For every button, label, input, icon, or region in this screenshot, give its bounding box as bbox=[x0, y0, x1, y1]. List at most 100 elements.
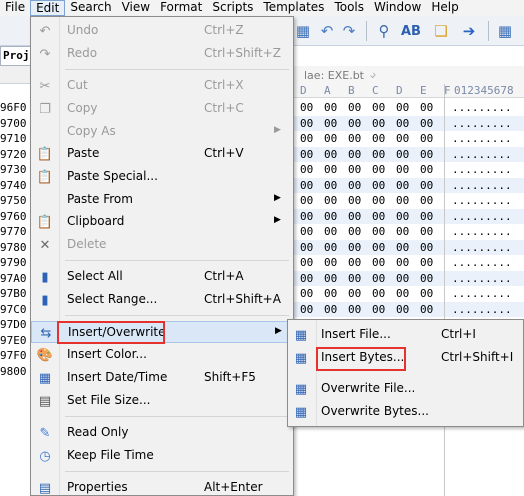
hex-byte-cell[interactable]: 00 bbox=[396, 148, 409, 161]
hex-byte-cell[interactable]: 00 bbox=[324, 194, 337, 207]
hex-byte-cell[interactable]: 00 bbox=[396, 303, 409, 316]
hex-row[interactable]: 00 00 00 00 00 00......... bbox=[294, 146, 524, 162]
menu-search[interactable]: Search bbox=[65, 0, 116, 16]
hex-byte-cell[interactable]: 00 bbox=[396, 241, 409, 254]
menu-item-paste[interactable]: 📋 Paste Ctrl+V bbox=[31, 143, 293, 165]
hex-byte-cell[interactable]: 00 bbox=[420, 210, 433, 223]
hex-byte-cell[interactable]: 00 bbox=[348, 117, 361, 130]
ascii-cell[interactable]: ......... bbox=[452, 101, 512, 114]
hex-byte-cell[interactable]: 00 bbox=[300, 303, 313, 316]
template-tab[interactable]: lae: EXE.bt ⌄ › bbox=[294, 66, 524, 84]
hex-byte-cell[interactable]: 00 bbox=[420, 179, 433, 192]
hex-byte-cell[interactable]: 00 bbox=[372, 148, 385, 161]
hex-row[interactable]: 00 00 00 00 00 00......... bbox=[294, 255, 524, 271]
hex-byte-cell[interactable]: 00 bbox=[300, 287, 313, 300]
menu-view[interactable]: View bbox=[117, 0, 155, 16]
project-tab[interactable]: Proj bbox=[0, 46, 32, 66]
hex-row[interactable]: 00 00 00 00 00 00......... bbox=[294, 193, 524, 209]
hex-row[interactable]: 00 00 00 00 00 00......... bbox=[294, 239, 524, 255]
menu-edit[interactable]: Edit bbox=[30, 0, 66, 16]
hex-byte-cell[interactable]: 00 bbox=[300, 117, 313, 130]
hex-byte-cell[interactable]: 00 bbox=[300, 101, 313, 114]
hex-byte-cell[interactable]: 00 bbox=[372, 179, 385, 192]
ascii-cell[interactable]: ......... bbox=[452, 117, 512, 130]
hex-row[interactable]: 00 00 00 00 00 00......... bbox=[294, 162, 524, 178]
hex-row[interactable]: 00 00 00 00 00 00......... bbox=[294, 177, 524, 193]
menu-help[interactable]: Help bbox=[426, 0, 463, 16]
undo-icon[interactable]: ↶ bbox=[316, 20, 338, 42]
hex-byte-cell[interactable]: 00 bbox=[372, 194, 385, 207]
hex-byte-cell[interactable]: 00 bbox=[396, 287, 409, 300]
hex-tool-icon[interactable]: ▦ bbox=[494, 20, 516, 42]
hex-byte-cell[interactable]: 00 bbox=[300, 241, 313, 254]
hex-row[interactable]: 00 00 00 00 00 00......... bbox=[294, 208, 524, 224]
menu-item-read-only[interactable]: ✎ Read Only bbox=[31, 422, 293, 444]
ascii-cell[interactable]: ......... bbox=[452, 179, 512, 192]
hex-row[interactable]: 00 00 00 00 00 00......... bbox=[294, 115, 524, 131]
hex-byte-cell[interactable]: 00 bbox=[324, 256, 337, 269]
menu-item-properties[interactable]: ▤ Properties Alt+Enter bbox=[31, 477, 293, 496]
hex-byte-cell[interactable]: 00 bbox=[396, 179, 409, 192]
hex-byte-cell[interactable]: 00 bbox=[396, 194, 409, 207]
ascii-cell[interactable]: ......... bbox=[452, 241, 512, 254]
ascii-cell[interactable]: ......... bbox=[452, 194, 512, 207]
menu-format[interactable]: Format bbox=[155, 0, 207, 16]
hex-byte-cell[interactable]: 00 bbox=[420, 132, 433, 145]
hex-byte-cell[interactable]: 00 bbox=[396, 163, 409, 176]
hex-byte-cell[interactable]: 00 bbox=[372, 210, 385, 223]
hex-row[interactable]: 00 00 00 00 00 00......... bbox=[294, 100, 524, 116]
ascii-cell[interactable]: ......... bbox=[452, 225, 512, 238]
menu-item-paste-special[interactable]: 📋 Paste Special... bbox=[31, 166, 293, 188]
hex-byte-cell[interactable]: 00 bbox=[420, 287, 433, 300]
menu-item-delete[interactable]: ✕ Delete bbox=[31, 234, 293, 256]
hex-byte-cell[interactable]: 00 bbox=[324, 287, 337, 300]
hex-byte-cell[interactable]: 00 bbox=[324, 241, 337, 254]
hex-byte-cell[interactable]: 00 bbox=[396, 132, 409, 145]
hex-byte-cell[interactable]: 00 bbox=[396, 117, 409, 130]
hex-byte-cell[interactable]: 00 bbox=[348, 179, 361, 192]
menu-item-insert-color[interactable]: 🎨 Insert Color... bbox=[31, 344, 293, 366]
ascii-cell[interactable]: ......... bbox=[452, 303, 512, 316]
hex-byte-cell[interactable]: 00 bbox=[420, 241, 433, 254]
menu-file[interactable]: File bbox=[0, 0, 30, 16]
hex-byte-cell[interactable]: 00 bbox=[324, 210, 337, 223]
find-in-files-icon[interactable]: ❏ bbox=[430, 20, 452, 42]
hex-byte-cell[interactable]: 00 bbox=[324, 163, 337, 176]
menu-item-select-range[interactable]: ▮ Select Range... Ctrl+Shift+A bbox=[31, 289, 293, 311]
hex-byte-cell[interactable]: 00 bbox=[300, 132, 313, 145]
menu-item-redo[interactable]: ↷ Redo Ctrl+Shift+Z bbox=[31, 43, 293, 65]
ascii-cell[interactable]: ......... bbox=[452, 256, 512, 269]
hex-byte-cell[interactable]: 00 bbox=[372, 256, 385, 269]
menu-item-select-all[interactable]: ▮ Select All Ctrl+A bbox=[31, 266, 293, 288]
hex-byte-cell[interactable]: 00 bbox=[396, 272, 409, 285]
hex-byte-cell[interactable]: 00 bbox=[300, 210, 313, 223]
hex-byte-cell[interactable]: 00 bbox=[348, 241, 361, 254]
submenu-item-overwrite-bytes[interactable]: ▦ Overwrite Bytes... bbox=[288, 401, 523, 423]
hex-byte-cell[interactable]: 00 bbox=[324, 179, 337, 192]
hex-byte-cell[interactable]: 00 bbox=[324, 272, 337, 285]
hex-row[interactable]: 00 00 00 00 00 00......... bbox=[294, 131, 524, 147]
hex-byte-cell[interactable]: 00 bbox=[396, 210, 409, 223]
hex-row[interactable]: 00 00 00 00 00 00......... bbox=[294, 224, 524, 240]
hex-byte-cell[interactable]: 00 bbox=[372, 132, 385, 145]
ascii-cell[interactable]: ......... bbox=[452, 148, 512, 161]
ascii-cell[interactable]: ......... bbox=[452, 272, 512, 285]
menu-item-keep-file-time[interactable]: ◷ Keep File Time bbox=[31, 445, 293, 467]
menu-item-paste-from[interactable]: Paste From ▶ bbox=[31, 189, 293, 211]
menu-tools[interactable]: Tools bbox=[329, 0, 369, 16]
menu-item-insert-date-time[interactable]: ▦ Insert Date/Time Shift+F5 bbox=[31, 367, 293, 389]
hex-byte-cell[interactable]: 00 bbox=[372, 117, 385, 130]
menu-scripts[interactable]: Scripts bbox=[207, 0, 258, 16]
hex-byte-cell[interactable]: 00 bbox=[372, 272, 385, 285]
hex-byte-cell[interactable]: 00 bbox=[324, 101, 337, 114]
hex-byte-cell[interactable]: 00 bbox=[372, 163, 385, 176]
hex-byte-cell[interactable]: 00 bbox=[348, 272, 361, 285]
ascii-cell[interactable]: ......... bbox=[452, 132, 512, 145]
submenu-item-insert-file[interactable]: ▦ Insert File... Ctrl+I bbox=[288, 324, 523, 346]
hex-byte-cell[interactable]: 00 bbox=[324, 303, 337, 316]
menu-item-cut[interactable]: ✂ Cut Ctrl+X bbox=[31, 75, 293, 97]
hex-byte-cell[interactable]: 00 bbox=[372, 303, 385, 316]
ascii-cell[interactable]: ......... bbox=[452, 287, 512, 300]
hex-byte-cell[interactable]: 00 bbox=[348, 148, 361, 161]
hex-byte-cell[interactable]: 00 bbox=[396, 101, 409, 114]
